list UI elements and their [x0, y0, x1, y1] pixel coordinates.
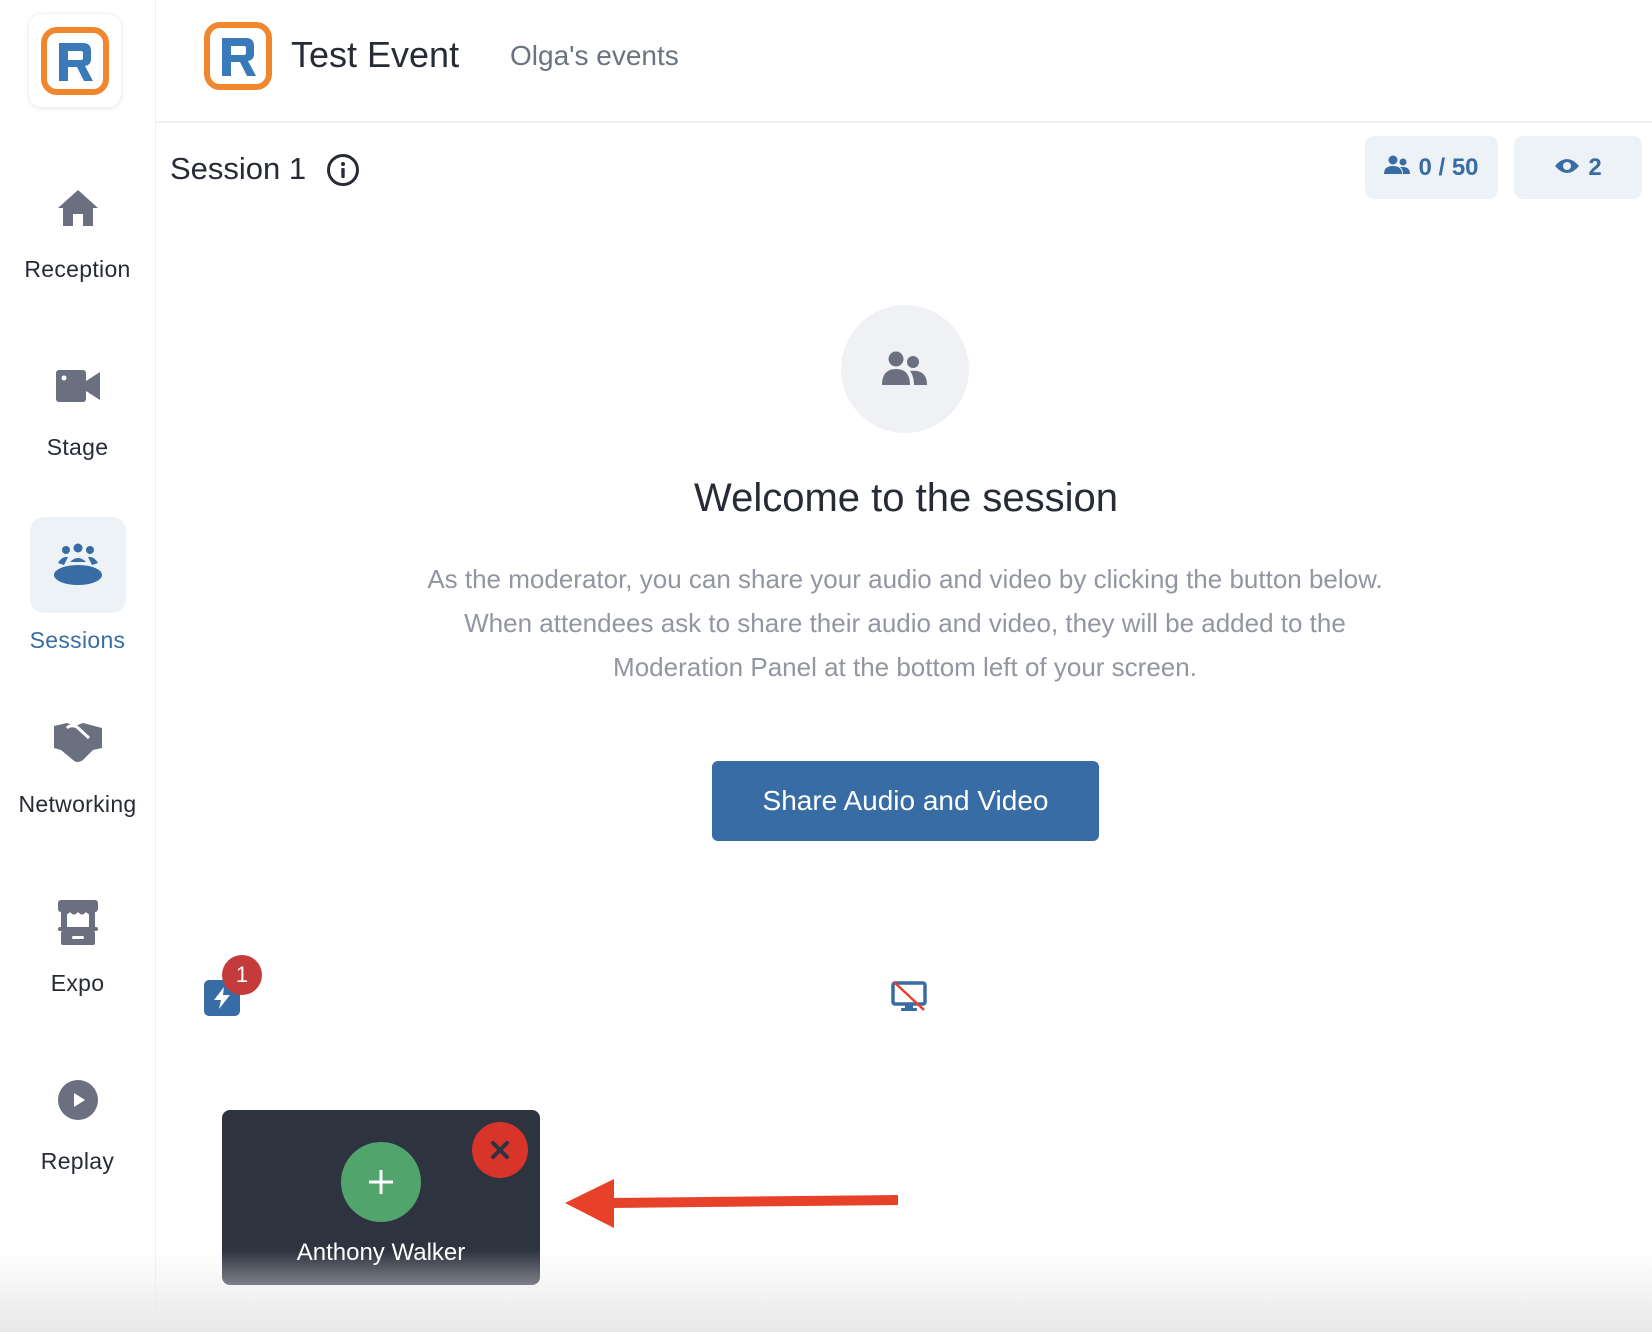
attendee-count: 0 / 50	[1418, 153, 1479, 181]
welcome-heading: Welcome to the session	[694, 476, 1118, 520]
welcome-description: As the moderator, you can share your aud…	[427, 564, 1383, 682]
screen-share-off-icon[interactable]	[890, 980, 928, 1014]
sidebar-item-label: Expo	[50, 970, 105, 996]
video-camera-icon	[30, 338, 126, 434]
viewer-count: 2	[1588, 153, 1602, 181]
sidebar-item-expo[interactable]: Expo	[0, 874, 155, 997]
attendee-count-button[interactable]: 0 / 50	[1365, 136, 1498, 199]
sidebar-item-stage[interactable]: Stage	[0, 338, 155, 461]
handshake-icon	[30, 695, 126, 791]
sidebar: Reception Stage Sessions Networking Expo	[0, 0, 156, 1332]
plus-icon	[369, 1170, 393, 1194]
home-icon	[30, 160, 126, 256]
approve-request-button[interactable]	[341, 1142, 421, 1222]
sidebar-item-replay[interactable]: Replay	[0, 1052, 155, 1175]
session-title: Session 1	[170, 151, 307, 186]
sidebar-item-label: Reception	[24, 256, 131, 282]
share-audio-video-button[interactable]: Share Audio and Video	[712, 761, 1099, 841]
arrow-shaft	[610, 1195, 898, 1208]
users-icon	[882, 351, 927, 385]
r-logo-icon	[204, 22, 272, 90]
r-logo-icon	[41, 26, 109, 95]
eye-icon	[1554, 154, 1580, 182]
users-icon	[1384, 154, 1411, 182]
info-circle-icon[interactable]	[326, 153, 360, 192]
event-title: Test Event	[291, 34, 460, 75]
close-icon	[491, 1141, 509, 1159]
sidebar-item-reception[interactable]: Reception	[0, 160, 155, 283]
moderation-request-card: Anthony Walker	[222, 1110, 540, 1285]
welcome-avatar	[841, 305, 969, 433]
event-logo[interactable]	[204, 22, 272, 95]
attendee-name: Anthony Walker	[296, 1239, 466, 1266]
play-circle-icon	[30, 1052, 126, 1148]
sidebar-item-networking[interactable]: Networking	[0, 695, 155, 818]
reject-request-button[interactable]	[472, 1122, 528, 1178]
annotation-arrow	[565, 1179, 898, 1228]
viewer-count-button[interactable]: 2	[1514, 136, 1642, 199]
organization-link[interactable]: Olga's events	[510, 40, 679, 72]
sidebar-item-label: Stage	[46, 434, 109, 460]
sessions-table-icon	[29, 517, 126, 613]
sidebar-item-label: Networking	[18, 791, 137, 817]
sidebar-item-label: Sessions	[29, 627, 126, 653]
sidebar-item-label: Replay	[40, 1148, 115, 1174]
sidebar-item-sessions[interactable]: Sessions	[0, 517, 155, 654]
booth-icon	[30, 874, 126, 970]
request-count-badge: 1	[222, 955, 262, 995]
arrow-head	[565, 1179, 614, 1228]
app-logo[interactable]	[28, 13, 122, 108]
